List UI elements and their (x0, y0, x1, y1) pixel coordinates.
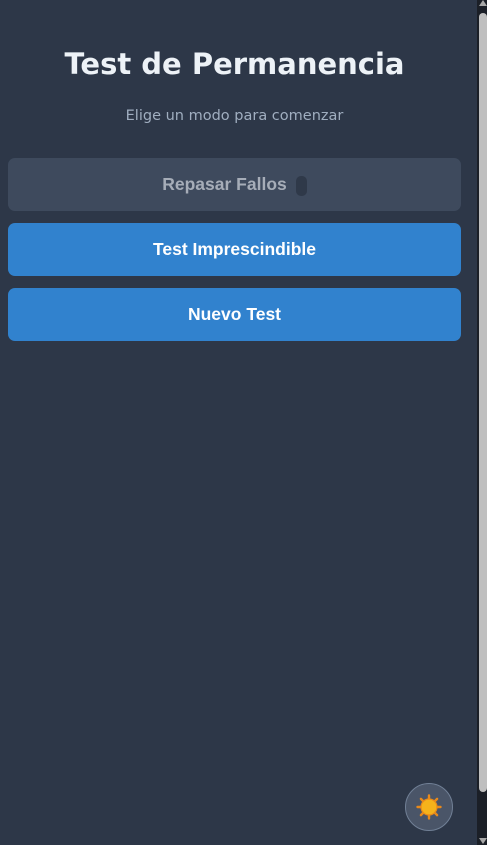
scroll-up-arrow-icon[interactable] (479, 0, 487, 8)
new-test-button[interactable]: Nuevo Test (8, 288, 461, 341)
sun-icon (416, 794, 442, 820)
mistakes-count-badge (295, 175, 307, 196)
review-mistakes-label: Repasar Fallos (162, 174, 287, 194)
page-title: Test de Permanencia (64, 47, 405, 81)
essential-test-button[interactable]: Test Imprescindible (8, 223, 461, 276)
scrollbar-thumb[interactable] (479, 13, 487, 792)
essential-test-label: Test Imprescindible (152, 239, 317, 259)
scroll-down-arrow-icon[interactable] (479, 836, 487, 844)
theme-toggle-button[interactable] (405, 783, 453, 831)
app-page: Test de Permanencia Elige un modo para c… (0, 0, 487, 845)
main-content: Test de Permanencia Elige un modo para c… (0, 0, 469, 845)
review-mistakes-button[interactable]: Repasar Fallos (8, 158, 461, 211)
page-subtitle: Elige un modo para comenzar (125, 108, 344, 124)
new-test-label: Nuevo Test (187, 304, 282, 324)
